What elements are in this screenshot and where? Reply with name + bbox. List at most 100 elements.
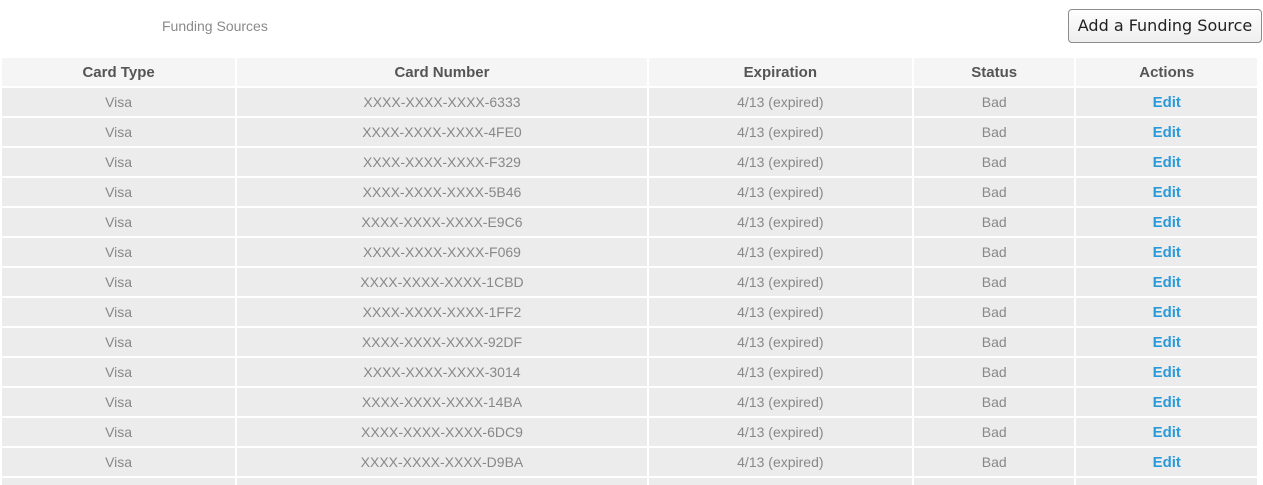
table-row: Visa XXXX-XXXX-XXXX-3014 4/13 (expired) Bad… [2,358,1257,386]
actions-cell: Edit [1076,418,1257,446]
actions-cell: Edit [1076,88,1257,116]
card-type-cell: Visa [2,418,236,446]
expiration-cell: 4/13 (expired) [648,88,912,116]
card-number-cell: XXXX-XXXX-XXXX-6DC9 [237,418,647,446]
card-type-cell: Visa [2,448,236,476]
table-row: Visa XXXX-XXXX-XXXX-E9C6 4/13 (expired) Bad… [2,208,1257,236]
edit-link[interactable]: Edit [1153,364,1181,381]
edit-link[interactable]: Edit [1153,214,1181,231]
card-number-cell: XXXX-XXXX-XXXX-3014 [237,358,647,386]
table-row: Visa XXXX-XXXX-XXXX-1FF2 4/13 (expired) Bad… [2,298,1257,326]
expiration-cell [648,478,912,485]
status-cell: Bad [913,418,1075,446]
card-type-cell: Visa [2,268,236,296]
card-type-cell: Visa [2,178,236,206]
expiration-cell: 4/13 (expired) [648,208,912,236]
card-type-cell: Visa [2,238,236,266]
card-number-cell: XXXX-XXXX-XXXX-14BA [237,388,647,416]
table-row: Visa XXXX-XXXX-XXXX-F069 4/13 (expired) Bad… [2,238,1257,266]
expiration-cell: 4/13 (expired) [648,238,912,266]
actions-cell: Edit [1076,448,1257,476]
card-type-cell: Visa [2,88,236,116]
table-row: Visa XXXX-XXXX-XXXX-92DF 4/13 (expired) Bad… [2,328,1257,356]
card-type-cell: Visa [2,298,236,326]
card-number-cell: XXXX-XXXX-XXXX-1CBD [237,268,647,296]
status-cell: Bad [913,268,1075,296]
expiration-cell: 4/13 (expired) [648,148,912,176]
expiration-cell: 4/13 (expired) [648,388,912,416]
status-cell: Bad [913,178,1075,206]
table-row: Visa XXXX-XXXX-XXXX-4FE0 4/13 (expired) Bad… [2,118,1257,146]
status-cell: Bad [913,148,1075,176]
card-number-cell: XXXX-XXXX-XXXX-F329 [237,148,647,176]
card-number-cell: XXXX-XXXX-XXXX-5B46 [237,178,647,206]
actions-cell: Edit [1076,238,1257,266]
card-type-cell: Visa [2,388,236,416]
status-cell: Bad [913,208,1075,236]
card-number-cell: XXXX-XXXX-XXXX-F069 [237,238,647,266]
table-row: Visa XXXX-XXXX-XXXX-14BA 4/13 (expired) Bad… [2,388,1257,416]
status-cell [913,478,1075,485]
actions-cell: Edit [1076,208,1257,236]
edit-link[interactable]: Edit [1153,394,1181,411]
card-number-cell: XXXX-XXXX-XXXX-E9C6 [237,208,647,236]
expiration-cell: 4/13 (expired) [648,418,912,446]
card-number-cell: XXXX-XXXX-XXXX-1FF2 [237,298,647,326]
edit-link[interactable]: Edit [1153,184,1181,201]
status-cell: Bad [913,88,1075,116]
column-header-actions: Actions [1076,58,1257,86]
expiration-cell: 4/13 (expired) [648,328,912,356]
edit-link[interactable]: Edit [1153,124,1181,141]
card-type-cell [2,478,236,485]
card-number-cell: XXXX-XXXX-XXXX-D9BA [237,448,647,476]
card-type-cell: Visa [2,118,236,146]
actions-cell: Edit [1076,358,1257,386]
status-cell: Bad [913,118,1075,146]
table-row: Visa XXXX-XXXX-XXXX-5B46 4/13 (expired) Bad… [2,178,1257,206]
actions-cell: Edit [1076,328,1257,356]
expiration-cell: 4/13 (expired) [648,178,912,206]
column-header-expiration: Expiration [648,58,912,86]
table-row: Visa XXXX-XXXX-XXXX-6333 4/13 (expired) Bad… [2,88,1257,116]
table-row: Visa XXXX-XXXX-XXXX-D9BA 4/13 (expired) Bad… [2,448,1257,476]
edit-link[interactable]: Edit [1153,424,1181,441]
card-number-cell: XXXX-XXXX-XXXX-92DF [237,328,647,356]
actions-cell: Edit [1076,268,1257,296]
edit-link[interactable]: Edit [1153,154,1181,171]
expiration-cell: 4/13 (expired) [648,358,912,386]
table-body: Visa XXXX-XXXX-XXXX-6333 4/13 (expired) Bad… [2,88,1257,485]
status-cell: Bad [913,358,1075,386]
edit-link[interactable]: Edit [1153,244,1181,261]
card-number-cell: XXXX-XXXX-XXXX-4FE0 [237,118,647,146]
edit-link[interactable]: Edit [1153,274,1181,291]
actions-cell: Edit [1076,148,1257,176]
card-type-cell: Visa [2,328,236,356]
page-title: Funding Sources [162,18,268,34]
add-funding-source-button[interactable]: Add a Funding Source [1068,9,1262,43]
expiration-cell: 4/13 (expired) [648,118,912,146]
actions-cell [1076,478,1257,485]
edit-link[interactable]: Edit [1153,304,1181,321]
table-row: Visa XXXX-XXXX-XXXX-1CBD 4/13 (expired) Bad… [2,268,1257,296]
table-row: Visa XXXX-XXXX-XXXX-F329 4/13 (expired) Bad… [2,148,1257,176]
column-header-status: Status [913,58,1075,86]
card-number-cell: XXXX-XXXX-XXXX-6333 [237,88,647,116]
table-row: Visa XXXX-XXXX-XXXX-6DC9 4/13 (expired) Bad… [2,418,1257,446]
table-row [2,478,1257,485]
status-cell: Bad [913,328,1075,356]
edit-link[interactable]: Edit [1153,334,1181,351]
card-type-cell: Visa [2,208,236,236]
card-type-cell: Visa [2,148,236,176]
status-cell: Bad [913,298,1075,326]
status-cell: Bad [913,238,1075,266]
edit-link[interactable]: Edit [1153,94,1181,111]
edit-link[interactable]: Edit [1153,454,1181,471]
expiration-cell: 4/13 (expired) [648,268,912,296]
status-cell: Bad [913,388,1075,416]
status-cell: Bad [913,448,1075,476]
card-number-cell [237,478,647,485]
actions-cell: Edit [1076,178,1257,206]
funding-sources-page: Funding Sources Add a Funding Source Car… [0,0,1263,485]
actions-cell: Edit [1076,118,1257,146]
column-header-card-type: Card Type [2,58,236,86]
